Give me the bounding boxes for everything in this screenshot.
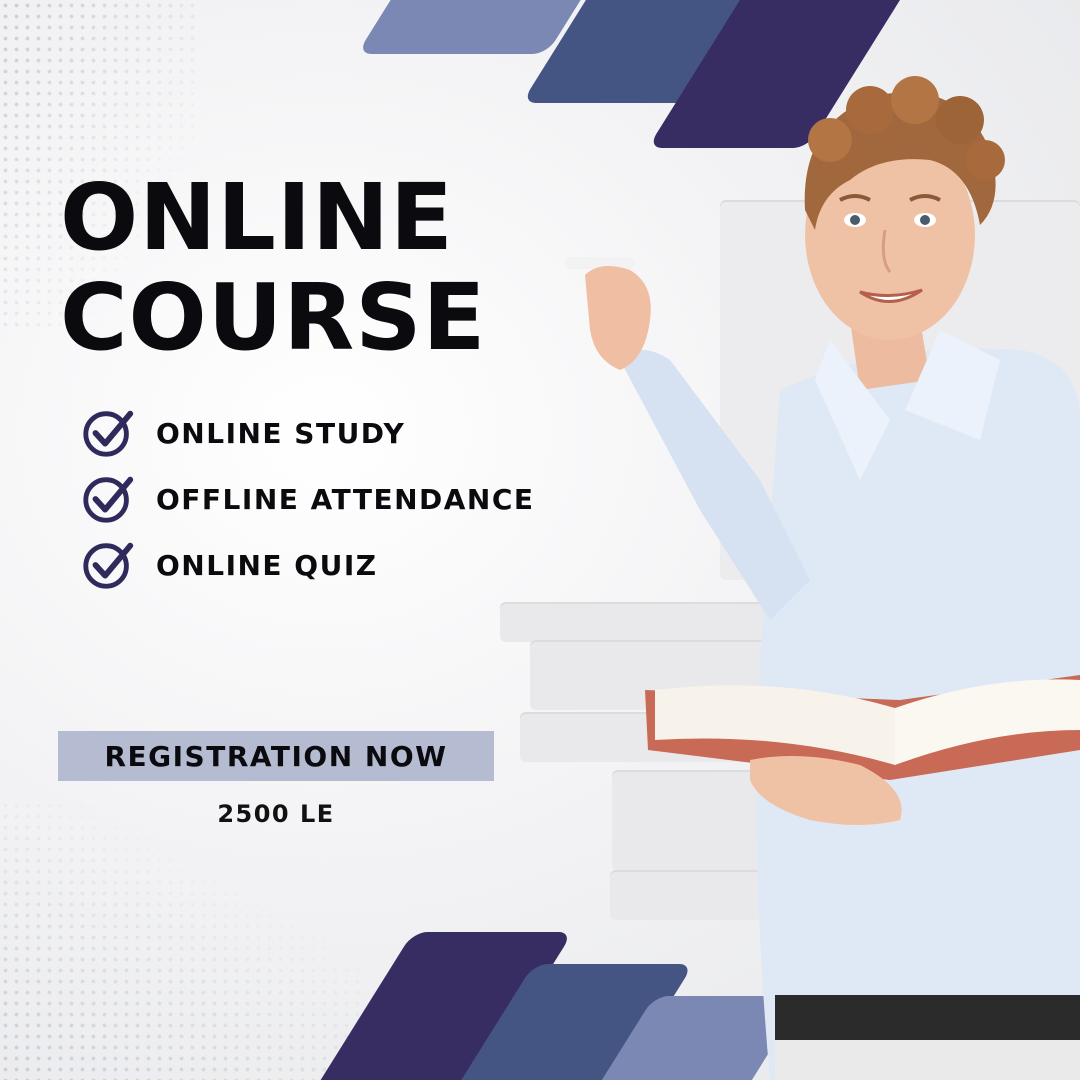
instructor-photo bbox=[565, 76, 1080, 1080]
feature-item-online-quiz: ONLINE QUIZ bbox=[80, 532, 535, 598]
feature-label: OFFLINE ATTENDANCE bbox=[156, 482, 535, 516]
feature-item-offline-attendance: OFFLINE ATTENDANCE bbox=[80, 466, 535, 532]
feature-label: ONLINE STUDY bbox=[156, 416, 406, 450]
feature-list: ONLINE STUDY OFFLINE ATTENDANCE ONLINE Q… bbox=[80, 400, 535, 598]
title-line-2: COURSE bbox=[60, 264, 487, 371]
feature-label: ONLINE QUIZ bbox=[156, 548, 378, 582]
feature-item-online-study: ONLINE STUDY bbox=[80, 400, 535, 466]
check-circle-icon bbox=[83, 410, 134, 457]
page-title: ONLINE COURSE bbox=[60, 168, 486, 368]
halftone-dots-bottom bbox=[0, 800, 360, 1080]
course-poster: ONLINE COURSE ONLINE STUDY OFFLINE ATTEN… bbox=[0, 0, 1080, 1080]
price-label: 2500 LE bbox=[217, 800, 335, 828]
registration-button[interactable]: REGISTRATION NOW bbox=[58, 731, 494, 781]
check-circle-icon bbox=[83, 542, 134, 589]
title-line-1: ONLINE bbox=[60, 164, 454, 271]
check-circle-icon bbox=[83, 476, 134, 523]
